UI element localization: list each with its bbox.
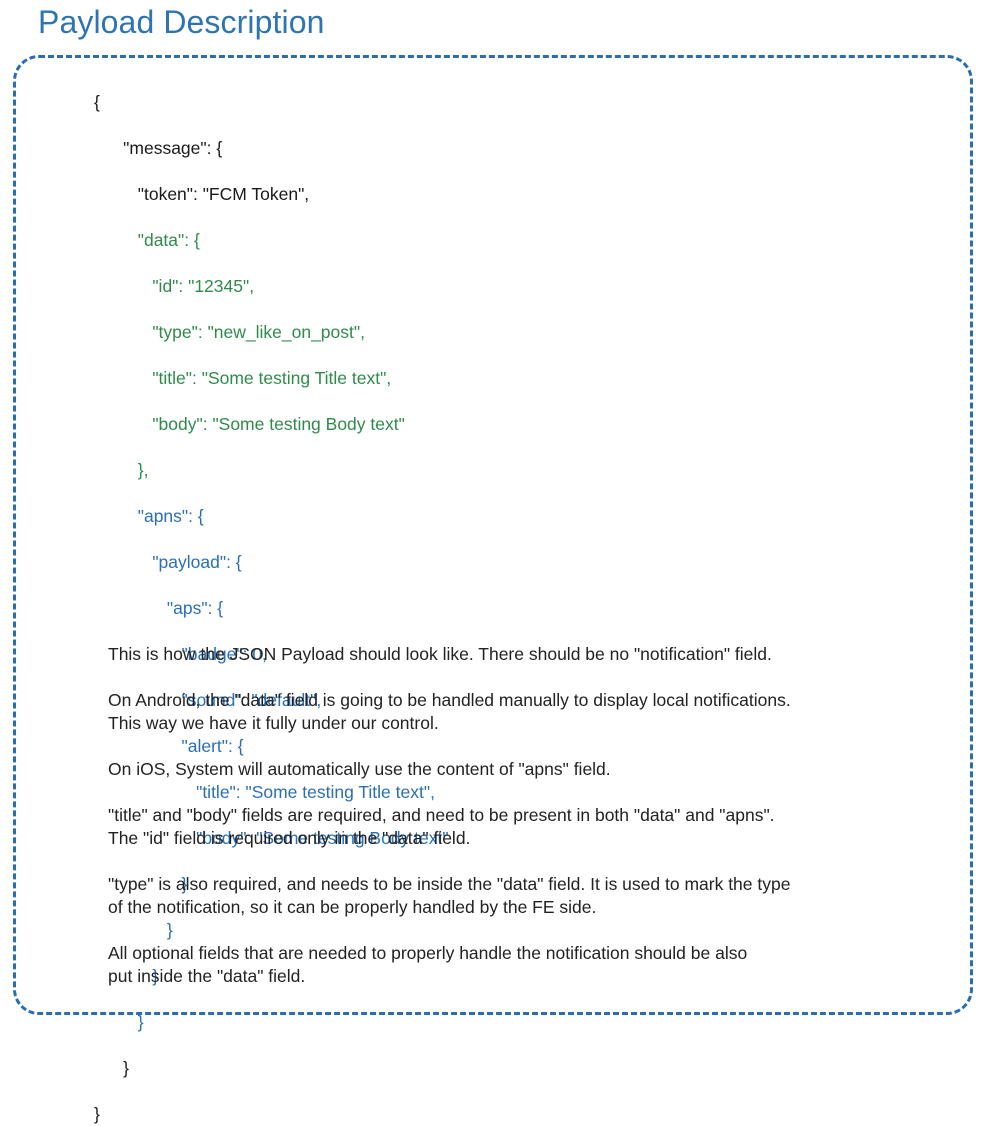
code-line: } [94, 1103, 100, 1124]
code-line: "payload": { [94, 551, 242, 572]
payload-description-page: Payload Description { "message": { "toke… [0, 0, 986, 1124]
code-line: "body": "Some testing Body text" [94, 413, 405, 434]
page-title: Payload Description [38, 4, 325, 40]
code-line: "title": "Some testing Title text", [94, 367, 392, 388]
code-line: } [94, 1057, 130, 1078]
description-paragraph: This is how the JSON Payload should look… [108, 644, 772, 664]
description-paragraph: All optional fields that are needed to p… [108, 943, 748, 986]
description-text: This is how the JSON Payload should look… [108, 643, 938, 988]
description-paragraph: "type" is also required, and needs to be… [108, 874, 791, 917]
description-paragraph: On iOS, System will automatically use th… [108, 759, 611, 779]
code-line: { [94, 91, 100, 112]
code-line: "type": "new_like_on_post", [94, 321, 365, 342]
code-line: } [94, 1011, 144, 1032]
code-line: "aps": { [94, 597, 224, 618]
code-line: "data": { [94, 229, 200, 250]
code-line: }, [94, 459, 149, 480]
description-paragraph: On Android, the "data" field is going to… [108, 690, 791, 733]
code-line: "apns": { [94, 505, 204, 526]
description-paragraph: "title" and "body" fields are required, … [108, 805, 775, 848]
payload-card: { "message": { "token": "FCM Token", "da… [13, 55, 973, 1124]
code-line: "id": "12345", [94, 275, 255, 296]
code-line: "message": { [94, 137, 223, 158]
code-line: "token": "FCM Token", [94, 183, 310, 204]
